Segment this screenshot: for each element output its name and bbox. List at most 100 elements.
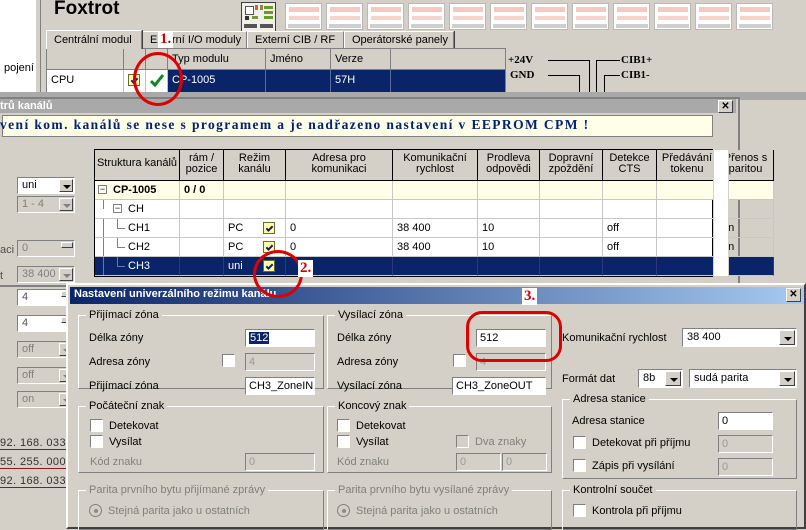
start-detect-checkbox[interactable] [90, 419, 103, 432]
speed-combo[interactable]: 38 400 [682, 328, 797, 347]
token-value: off [22, 369, 35, 381]
row-token [657, 181, 718, 200]
tab-operatorske-panely[interactable]: Operátorské panely [344, 31, 454, 48]
rail-label-cib1m: CIB1- [621, 69, 650, 81]
row-token [657, 238, 718, 257]
rx-addr-label: Adresa zóny [89, 356, 151, 368]
chevron-down-icon[interactable] [779, 330, 795, 345]
strip-separator-1 [36, 0, 38, 100]
row-pos [180, 257, 224, 276]
mode-combo[interactable]: uni [17, 177, 75, 194]
rack-module-thumb [490, 3, 527, 30]
table-row[interactable]: CH1 [95, 219, 180, 238]
strip-separator-3 [43, 0, 45, 100]
detect-rx-label: Detekovat při příjmu [592, 437, 691, 449]
format-parity-combo[interactable]: sudá parita [689, 369, 797, 388]
tree-expander-icon[interactable]: − [98, 185, 107, 194]
write-tx-checkbox[interactable] [573, 459, 586, 472]
mode-config-icon[interactable] [263, 222, 275, 234]
row-mode[interactable]: PC [224, 219, 286, 238]
start-send-checkbox[interactable] [90, 435, 103, 448]
row-addr [286, 200, 393, 219]
station-address-group-title: Adresa stanice [570, 393, 649, 405]
speed-label: t [0, 270, 4, 282]
tx-addr-checkbox[interactable] [453, 354, 466, 367]
rack-module-thumb [449, 3, 486, 30]
tab-label: Externí CIB / RF [255, 34, 336, 46]
rx-zone-name-label: Přijímací zóna [89, 380, 159, 392]
chevron-down-icon[interactable] [665, 371, 681, 386]
checksum-rx-checkbox[interactable] [573, 504, 586, 517]
strip-separator-2 [40, 0, 41, 100]
station-input[interactable]: 0 [718, 412, 773, 430]
grid-header-struktura: Struktura kanálů [95, 150, 180, 181]
terminal-diagram: +24V GND CIB1+ CIB1- [506, 48, 652, 92]
addr-value: 0 [22, 242, 29, 254]
row-transport [540, 200, 603, 219]
chevron-down-icon[interactable] [59, 179, 73, 192]
row-token [657, 200, 718, 219]
parity-rx-group-title: Parita prvního bytu přijímané zprávy [86, 484, 269, 496]
channel-window-close-button[interactable]: ✕ [718, 100, 733, 113]
checksum-group-title: Kontrolní součet [570, 484, 656, 496]
module-table-header-blank1 [47, 49, 124, 70]
dialog-close-button[interactable]: ✕ [786, 288, 801, 302]
tx-len-label: Délka zóny [337, 332, 392, 344]
rx-addr-checkbox[interactable] [222, 354, 235, 367]
row-transport [540, 219, 603, 238]
row-transport [540, 257, 603, 276]
end-send-checkbox[interactable] [337, 435, 350, 448]
row-cts [603, 181, 657, 200]
table-row[interactable]: − CH [95, 200, 180, 219]
table-row[interactable]: CH2 [95, 238, 180, 257]
checksum-rx-label: Kontrola při příjmu [592, 505, 682, 517]
rail-label-24v: +24V [508, 54, 534, 66]
format-bits-combo[interactable]: 8b [638, 369, 683, 388]
channel-window-titlebar[interactable] [0, 99, 736, 113]
tab-centralni-modul[interactable]: Centrální modul [46, 30, 142, 49]
tx-zone-name-input[interactable]: CH3_ZoneOUT [452, 377, 546, 395]
dialog-title: Nastavení univerzálního režimu kanálu [74, 288, 277, 300]
row-addr [286, 181, 393, 200]
row-token [657, 257, 718, 276]
annotation-number-3: 3. [522, 288, 538, 305]
addr-label: aci [0, 244, 15, 256]
row-cts: off [603, 219, 657, 238]
chevron-down-icon[interactable] [779, 371, 795, 386]
rx-len-label: Délka zóny [89, 332, 144, 344]
row-label: CH3 [128, 260, 151, 272]
module-table-header-jmeno: Jméno [266, 49, 331, 70]
module-row-version[interactable]: 57H [331, 70, 391, 92]
rack-module-thumb [326, 3, 363, 30]
end-char-group-title: Koncový znak [335, 400, 410, 412]
parity-rx-option-label: Stejná parita jako u ostatních [108, 505, 250, 517]
detect-rx-checkbox[interactable] [573, 436, 586, 449]
tx-addr-label: Adresa zóny [337, 356, 399, 368]
format-parity-value: sudá parita [694, 372, 749, 384]
rx-zone-name-input[interactable]: CH3_ZoneIN [245, 377, 315, 395]
module-row-blank[interactable] [391, 70, 505, 92]
module-row-slot[interactable]: CPU [47, 70, 124, 92]
table-row[interactable]: − CP-1005 [95, 181, 180, 200]
grid-vertical-scrollbar[interactable] [713, 149, 729, 277]
tree-expander-icon[interactable]: − [113, 204, 122, 213]
format-label: Formát dat [562, 373, 616, 385]
start-send-label: Vysílat [109, 436, 142, 448]
table-row[interactable]: CH3 [95, 257, 180, 276]
module-tabs: Centrální modul Externí I/O moduly Exter… [46, 30, 646, 49]
tab-externi-cib-rf[interactable]: Externí CIB / RF [247, 31, 344, 48]
parity-tx-group-title: Parita prvního bytu vysílané zprávy [335, 484, 513, 496]
speed-value: 38 400 [22, 268, 56, 280]
rx-len-input[interactable]: 512 [245, 329, 315, 347]
range-combo-value: 1 - 4 [22, 198, 45, 210]
row-delay [478, 257, 540, 276]
end-detect-checkbox[interactable] [337, 419, 350, 432]
row-mode [224, 181, 286, 200]
grid-header-rezim: Režim kanálu [224, 150, 286, 181]
row-delay: 10 [478, 219, 540, 238]
row-cts: off [603, 238, 657, 257]
channel-window-title: trů kanálů [0, 100, 53, 112]
row-pos [180, 200, 224, 219]
module-row-name[interactable] [266, 70, 331, 92]
rack-module-thumb [531, 3, 568, 30]
